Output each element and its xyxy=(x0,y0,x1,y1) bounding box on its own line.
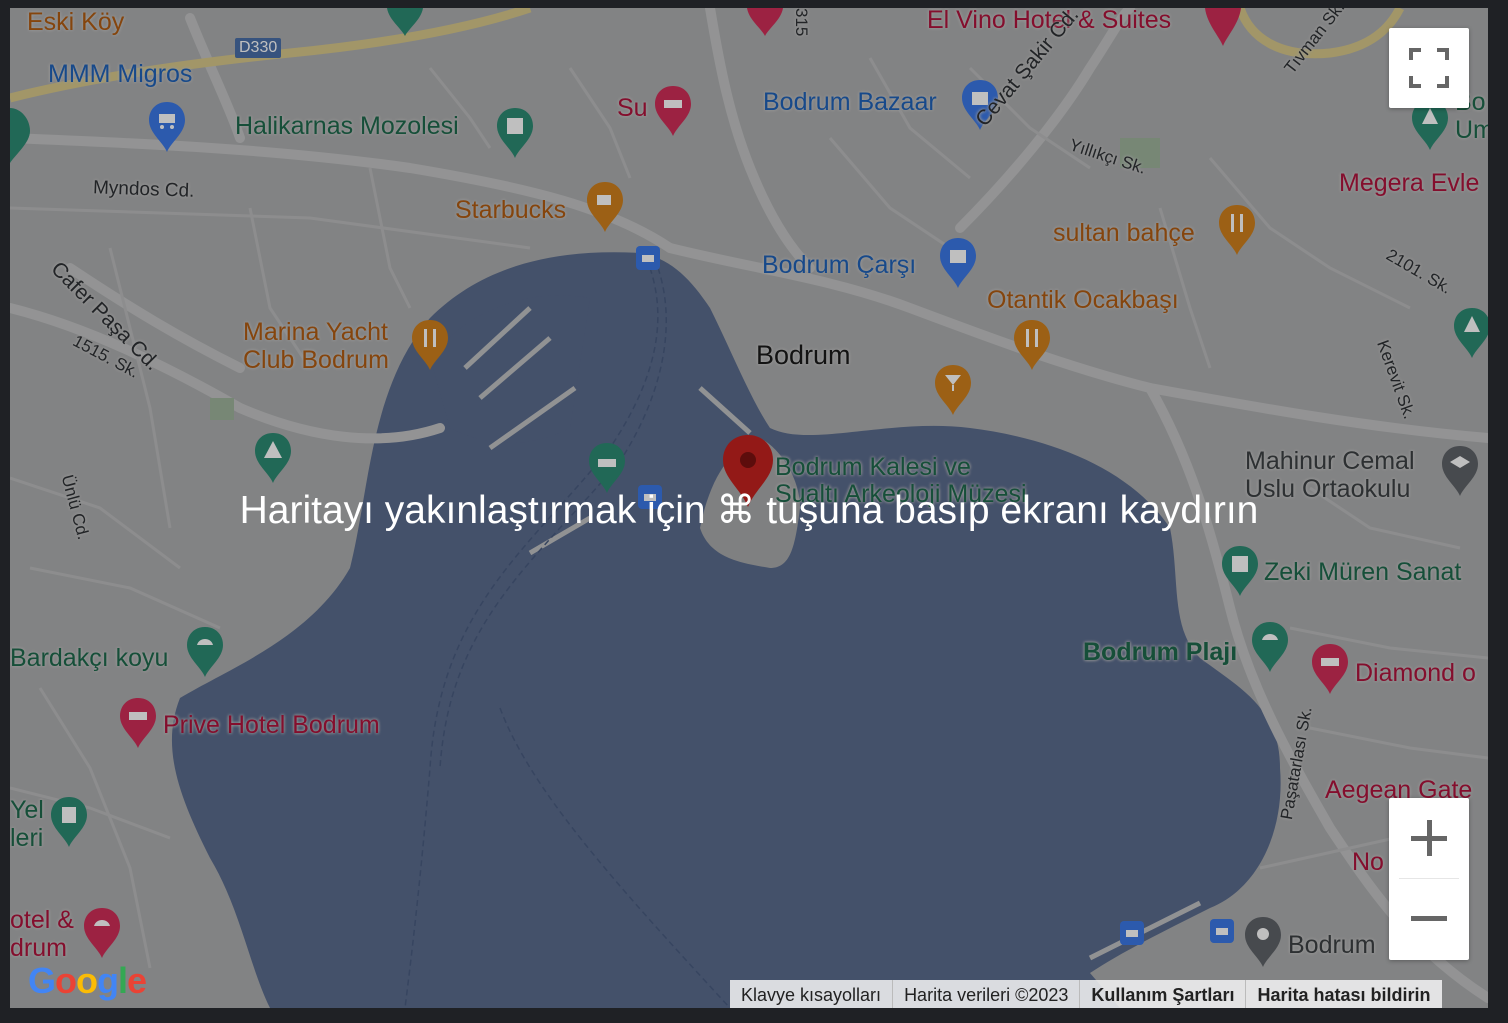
restaurant-pin-icon[interactable] xyxy=(1012,318,1052,372)
label-halikarnas[interactable]: Halikarnas Mozolesi xyxy=(235,114,459,139)
map-data-text: Harita verileri ©2023 xyxy=(892,980,1079,1008)
minus-icon xyxy=(1411,916,1447,921)
label-hotel-line1[interactable]: otel & xyxy=(10,908,74,933)
pin-top-icon[interactable] xyxy=(385,8,425,38)
hotel-pin-icon[interactable] xyxy=(118,696,158,750)
label-starbucks[interactable]: Starbucks xyxy=(455,198,566,223)
map-canvas[interactable]: D330 Eski Köy MMM Migros Halikarnas Mozo… xyxy=(10,8,1488,1008)
location-pin-icon[interactable] xyxy=(1243,915,1283,969)
label-mahinur-line1[interactable]: Mahinur Cemal xyxy=(1245,449,1415,474)
label-bodrum-town[interactable]: Bodrum xyxy=(756,342,851,369)
highway-shield: D330 xyxy=(235,38,282,58)
shopping-cart-pin-icon[interactable] xyxy=(147,100,187,154)
label-marina-line1[interactable]: Marina Yacht xyxy=(243,320,388,345)
zoom-out-button[interactable] xyxy=(1389,880,1469,960)
fullscreen-button[interactable] xyxy=(1389,28,1469,108)
ferry-terminal-icon[interactable] xyxy=(1119,920,1145,946)
label-bodrum-bottom[interactable]: Bodrum xyxy=(1288,933,1376,958)
label-yel-line1[interactable]: Yel xyxy=(10,798,44,823)
shopping-bag-pin-icon[interactable] xyxy=(938,236,978,290)
park-pin-icon[interactable] xyxy=(1452,306,1488,360)
hotel-top-pin-icon[interactable] xyxy=(745,8,785,38)
terms-link[interactable]: Kullanım Şartları xyxy=(1079,980,1245,1008)
label-sultan-bahce[interactable]: sultan bahçe xyxy=(1053,221,1195,246)
label-eski-koy[interactable]: Eski Köy xyxy=(27,10,124,35)
report-error-link[interactable]: Harita hatası bildirin xyxy=(1245,980,1441,1008)
label-zeki-muren[interactable]: Zeki Müren Sanat xyxy=(1264,560,1461,585)
museum-pin-icon[interactable] xyxy=(495,106,535,160)
fullscreen-icon xyxy=(1409,48,1449,88)
label-kalesi-line1[interactable]: Bodrum Kalesi ve xyxy=(775,455,971,480)
label-mmm-migros[interactable]: MMM Migros xyxy=(48,62,192,87)
tower-pin-icon[interactable] xyxy=(49,795,89,849)
zoom-control xyxy=(1389,798,1469,960)
campground-pin-icon[interactable] xyxy=(253,431,293,485)
label-bodrum-bazaar[interactable]: Bodrum Bazaar xyxy=(763,90,937,115)
label-prive-hotel[interactable]: Prive Hotel Bodrum xyxy=(163,713,380,738)
hotel-pin-icon[interactable] xyxy=(1310,642,1350,696)
scroll-zoom-message: Haritayı yakınlaştırmak için ⌘ tuşuna ba… xyxy=(239,489,1259,532)
hotel-pin-icon[interactable] xyxy=(653,84,693,138)
restaurant-pin-icon[interactable] xyxy=(1217,203,1257,257)
label-bodrum-plaji[interactable]: Bodrum Plajı xyxy=(1083,640,1237,665)
bar-pin-icon[interactable] xyxy=(933,363,973,417)
label-hotel-line2[interactable]: drum xyxy=(10,936,67,961)
label-su[interactable]: Su xyxy=(617,96,648,121)
label-otantik[interactable]: Otantik Ocakbaşı xyxy=(987,288,1179,313)
label-no[interactable]: No xyxy=(1352,850,1384,875)
label-bodrum-carsi[interactable]: Bodrum Çarşı xyxy=(762,253,916,278)
ferry-terminal-icon[interactable] xyxy=(635,245,661,271)
label-marina-line2[interactable]: Club Bodrum xyxy=(243,348,389,373)
restaurant-pin-icon[interactable] xyxy=(410,318,450,372)
plus-icon xyxy=(1411,820,1447,856)
google-logo[interactable]: Google xyxy=(28,960,147,1002)
label-myndos: Myndos Cd. xyxy=(92,177,195,202)
ferry-pin-icon[interactable] xyxy=(587,441,627,495)
label-megera[interactable]: Megera Evle xyxy=(1339,171,1479,196)
el-vino-hotel-pin-icon[interactable] xyxy=(1203,8,1243,48)
label-yel-line2[interactable]: leri xyxy=(10,826,43,851)
label-diamond[interactable]: Diamond o xyxy=(1355,661,1476,686)
keyboard-shortcuts-link[interactable]: Klavye kısayolları xyxy=(730,980,892,1008)
attribution-bar: Klavye kısayolları Harita verileri ©2023… xyxy=(730,980,1442,1008)
ferry-terminal-icon[interactable] xyxy=(1209,918,1235,944)
beach-pin-icon[interactable] xyxy=(82,906,122,960)
museum-pin-icon[interactable] xyxy=(1220,544,1260,598)
beach-pin-icon[interactable] xyxy=(185,625,225,679)
label-road-315: 315 xyxy=(792,8,811,37)
zoom-separator xyxy=(1399,878,1459,879)
beach-pin-icon[interactable] xyxy=(1250,620,1290,674)
label-bardakci[interactable]: Bardakçı koyu xyxy=(10,646,168,671)
cafe-pin-icon[interactable] xyxy=(585,180,625,234)
tower-pin-icon[interactable] xyxy=(10,103,36,163)
label-um[interactable]: Um xyxy=(1455,118,1488,143)
zoom-in-button[interactable] xyxy=(1389,798,1469,878)
